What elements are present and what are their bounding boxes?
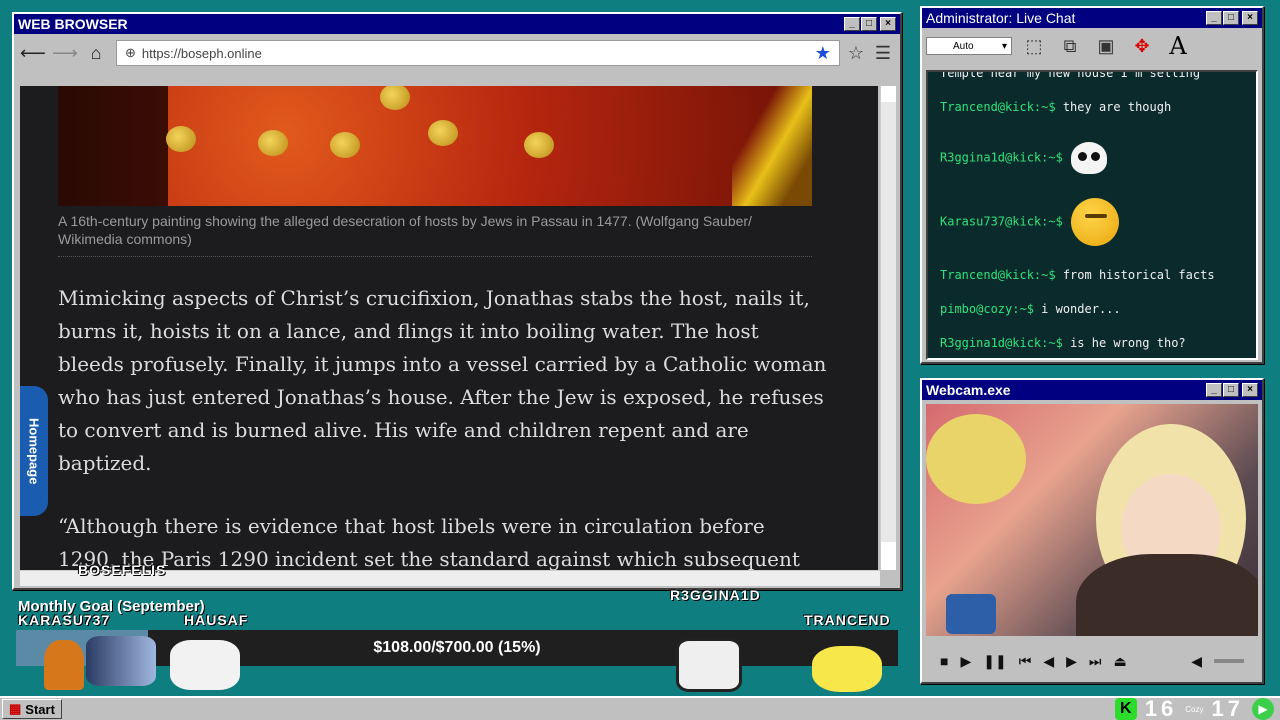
skip-forward-icon[interactable]: ⏭: [1089, 653, 1102, 670]
browser-title: WEB BROWSER: [18, 16, 128, 32]
minimize-button[interactable]: _: [1206, 11, 1222, 25]
chat-message: Temple near my new house I'm selling: [940, 70, 1201, 80]
donor-sprite: [44, 640, 84, 690]
copy-icon[interactable]: ⧉: [1056, 32, 1084, 60]
webcam-title: Webcam.exe: [926, 382, 1011, 398]
skull-emote-icon: [1070, 142, 1107, 174]
minimize-button[interactable]: _: [844, 17, 860, 31]
media-controls: ■ ▶ ❚❚ ⏮ ◀ ▶ ⏭ ⏏ ◀: [926, 644, 1258, 678]
close-button[interactable]: ×: [880, 17, 896, 31]
arrow-icon[interactable]: ▶: [1252, 698, 1274, 720]
briefcase-icon[interactable]: ▣: [1092, 32, 1120, 60]
close-button[interactable]: ×: [1242, 11, 1258, 25]
article-quote: “Although there is evidence that host li…: [58, 514, 800, 570]
home-icon[interactable]: ⌂: [84, 43, 108, 64]
donor-name: R3GGINA1D: [670, 587, 761, 603]
image-caption: A 16th-century painting showing the alle…: [58, 213, 752, 247]
skip-back-icon[interactable]: ⏮: [1019, 653, 1032, 670]
vertical-scrollbar[interactable]: [880, 86, 896, 570]
hamburger-menu-icon[interactable]: ☰: [872, 43, 894, 64]
chat-message: Karasu737@kick:~$: [940, 198, 1119, 246]
donor-sprite: [812, 646, 882, 692]
donor-name: KARASU737: [18, 612, 111, 628]
viewer-count-cozy: 17: [1211, 696, 1244, 720]
chat-message: Trancend@kick:~$ they are though: [940, 100, 1172, 114]
cozy-label: Cozy: [1185, 704, 1204, 714]
chat-message: R3ggina1d@kick:~$ is he wrong tho?: [940, 336, 1186, 350]
taskbar: ▦ Start K 16 Cozy 17 ▶: [0, 696, 1280, 720]
back-icon[interactable]: ⟵: [20, 43, 46, 64]
donor-sprite: [676, 638, 742, 692]
stop-icon[interactable]: ■: [940, 653, 948, 669]
webcam-feed: [926, 404, 1258, 636]
browser-window: WEB BROWSER _ □ × ⟵ ⟶ ⌂ ⊕ https://boseph…: [12, 12, 902, 590]
webcam-window: Webcam.exe _ □ × ■ ▶ ❚❚ ⏮ ◀ ▶ ⏭ ⏏ ◀: [920, 378, 1264, 684]
url-text: https://boseph.online: [141, 45, 262, 61]
system-tray: K 16 Cozy 17 ▶: [1114, 696, 1274, 720]
article-paragraph: Mimicking aspects of Christ’s crucifixio…: [58, 286, 827, 475]
viewer-count-kick: 16: [1144, 696, 1178, 720]
chat-mode-select[interactable]: Auto ▾: [926, 37, 1012, 55]
thinking-emote-icon: [1070, 198, 1119, 246]
browser-navbar: ⟵ ⟶ ⌂ ⊕ https://boseph.online ★ ☆ ☰: [14, 34, 900, 72]
browser-titlebar[interactable]: WEB BROWSER _ □ ×: [14, 14, 900, 34]
play-icon[interactable]: ▶: [960, 653, 971, 670]
move-icon[interactable]: ✥: [1128, 32, 1156, 60]
chat-message: R3ggina1d@kick:~$: [940, 142, 1107, 174]
close-button[interactable]: ×: [1242, 383, 1258, 397]
chat-titlebar[interactable]: Administrator: Live Chat _ □ ×: [922, 8, 1262, 28]
divider: [58, 256, 812, 257]
volume-icon[interactable]: ◀: [1191, 653, 1202, 670]
favorites-icon[interactable]: ☆: [848, 43, 864, 64]
start-button[interactable]: ▦ Start: [2, 699, 62, 719]
windows-logo-icon: ▦: [9, 701, 22, 716]
address-bar[interactable]: ⊕ https://boseph.online ★: [116, 40, 840, 66]
webcam-titlebar[interactable]: Webcam.exe _ □ ×: [922, 380, 1262, 400]
chat-window: Administrator: Live Chat _ □ × Auto ▾ ⬚ ⧉…: [920, 6, 1264, 364]
dropdown-arrow-icon: ▾: [1001, 40, 1007, 52]
maximize-button[interactable]: □: [1223, 383, 1239, 397]
select-tool-icon[interactable]: ⬚: [1020, 32, 1048, 60]
donor-name: BOSEFELIS: [78, 562, 167, 578]
pause-icon[interactable]: ❚❚: [983, 653, 1006, 670]
chat-message: pimbo@cozy:~$ i wonder...: [940, 302, 1121, 316]
donor-sprite: [170, 640, 240, 690]
eject-icon[interactable]: ⏏: [1114, 653, 1127, 670]
font-icon[interactable]: A: [1164, 32, 1192, 60]
chat-message: Trancend@kick:~$ from historical facts: [940, 268, 1215, 282]
chat-log[interactable]: Temple near my new house I'm selling Tra…: [926, 70, 1258, 360]
globe-icon: ⊕: [125, 45, 136, 60]
forward-icon[interactable]: ▶: [1066, 653, 1077, 670]
homepage-tab[interactable]: Homepage: [20, 386, 48, 516]
minimize-button[interactable]: _: [1206, 383, 1222, 397]
rewind-icon[interactable]: ◀: [1043, 653, 1054, 670]
volume-slider[interactable]: [1214, 659, 1244, 663]
chat-toolbar: Auto ▾ ⬚ ⧉ ▣ ✥ A: [922, 28, 1262, 64]
bookmark-star-icon[interactable]: ★: [815, 43, 831, 64]
kick-logo-icon[interactable]: K: [1114, 698, 1137, 720]
donor-sprite: [86, 636, 156, 686]
donor-name: TRANCEND: [804, 612, 891, 628]
maximize-button[interactable]: □: [861, 17, 877, 31]
article-image: [58, 86, 812, 206]
page-content[interactable]: A 16th-century painting showing the alle…: [20, 86, 878, 570]
chat-title: Administrator: Live Chat: [926, 10, 1076, 26]
donor-name: HAUSAF: [184, 612, 249, 628]
forward-icon[interactable]: ⟶: [52, 43, 78, 64]
maximize-button[interactable]: □: [1223, 11, 1239, 25]
